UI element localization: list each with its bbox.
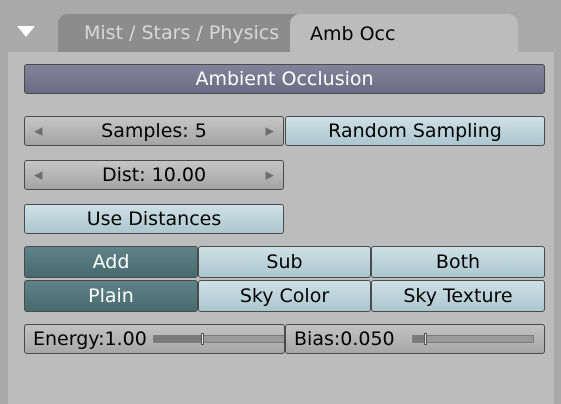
- bias-label: Bias:0.050: [294, 328, 395, 350]
- dist-label: Dist: 10.00: [101, 164, 207, 186]
- mode-sub-label: Sub: [266, 251, 303, 273]
- samples-label: Samples: 5: [101, 120, 207, 142]
- color-plain-label: Plain: [88, 285, 134, 307]
- tab-amb-occ-label: Amb Occ: [310, 23, 396, 45]
- tab-mist-stars-physics[interactable]: Mist / Stars / Physics: [58, 14, 320, 52]
- tab-bar: Mist / Stars / Physics Amb Occ: [0, 0, 561, 54]
- color-sky-color-button[interactable]: Sky Color: [198, 280, 371, 312]
- random-sampling-label: Random Sampling: [328, 120, 502, 142]
- dist-field[interactable]: ◀ Dist: 10.00 ▶: [24, 160, 284, 190]
- energy-slider-track[interactable]: [153, 333, 284, 345]
- ambient-occlusion-toggle[interactable]: Ambient Occlusion: [24, 64, 545, 94]
- use-distances-label: Use Distances: [86, 208, 222, 230]
- tab-mist-label: Mist / Stars / Physics: [84, 22, 280, 44]
- tab-amb-occ[interactable]: Amb Occ: [290, 14, 518, 54]
- samples-field[interactable]: ◀ Samples: 5 ▶: [24, 116, 284, 146]
- bias-slider-track[interactable]: [412, 333, 534, 345]
- energy-label: Energy:1.00: [33, 328, 147, 350]
- increase-arrow-icon[interactable]: ▶: [266, 125, 274, 138]
- collapse-triangle-icon[interactable]: [6, 14, 46, 50]
- mode-add-label: Add: [92, 251, 130, 273]
- color-sky-color-label: Sky Color: [239, 285, 330, 307]
- mode-add-button[interactable]: Add: [24, 246, 198, 278]
- decrease-arrow-icon[interactable]: ◀: [34, 125, 42, 138]
- mode-both-button[interactable]: Both: [371, 246, 545, 278]
- decrease-arrow-icon[interactable]: ◀: [34, 169, 42, 182]
- increase-arrow-icon[interactable]: ▶: [266, 169, 274, 182]
- bias-slider-handle[interactable]: [424, 333, 427, 345]
- color-sky-texture-button[interactable]: Sky Texture: [371, 280, 545, 312]
- color-sky-texture-label: Sky Texture: [403, 285, 513, 307]
- energy-slider-handle[interactable]: [200, 333, 204, 345]
- energy-slider-fill: [154, 336, 202, 342]
- bias-slider[interactable]: Bias:0.050: [285, 324, 545, 354]
- ambient-occlusion-label: Ambient Occlusion: [195, 68, 374, 90]
- mode-sub-button[interactable]: Sub: [198, 246, 371, 278]
- mode-both-label: Both: [435, 251, 481, 273]
- random-sampling-button[interactable]: Random Sampling: [285, 116, 545, 146]
- energy-slider[interactable]: Energy:1.00: [24, 324, 285, 354]
- ambient-occlusion-panel: Mist / Stars / Physics Amb Occ Ambient O…: [0, 0, 561, 404]
- use-distances-button[interactable]: Use Distances: [24, 204, 284, 234]
- color-plain-button[interactable]: Plain: [24, 280, 198, 312]
